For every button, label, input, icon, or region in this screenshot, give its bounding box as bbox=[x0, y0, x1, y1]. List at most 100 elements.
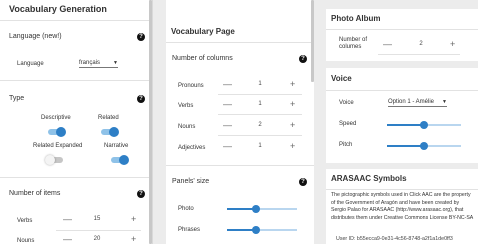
voice-label: Voice bbox=[339, 100, 354, 106]
slider-fill bbox=[387, 124, 424, 126]
verbs-columns[interactable]: 1 bbox=[254, 101, 266, 107]
slider-thumb[interactable] bbox=[420, 142, 428, 150]
toggle-knob bbox=[45, 155, 55, 165]
photo-album-card: Photo Album Number of columes — 2 + bbox=[326, 9, 478, 61]
related-expanded-toggle[interactable] bbox=[45, 155, 63, 165]
divider bbox=[326, 90, 478, 91]
minus-icon[interactable]: — bbox=[223, 142, 232, 151]
toggle-knob bbox=[56, 127, 66, 137]
panel-label-photo: Photo bbox=[178, 206, 194, 212]
minus-icon[interactable]: — bbox=[63, 235, 72, 244]
narrative-toggle[interactable] bbox=[111, 155, 129, 165]
panels-size-section-title: Panels' size bbox=[172, 178, 210, 185]
help-icon[interactable]: ? bbox=[137, 33, 145, 41]
divider bbox=[0, 177, 152, 178]
item-label-verbs: Verbs bbox=[17, 218, 33, 224]
minus-icon[interactable]: — bbox=[223, 100, 232, 109]
columns-section-title: Number of columns bbox=[172, 55, 233, 62]
voice-select[interactable]: Option 1 - Amélie ▼ bbox=[388, 99, 447, 107]
toggle-label-narrative: Narrative bbox=[104, 143, 129, 149]
pitch-label: Pitch bbox=[339, 142, 353, 148]
photo-album-columns-label-2: columes bbox=[339, 44, 362, 50]
photo-album-title: Photo Album bbox=[331, 14, 381, 23]
column-label-nouns: Nouns bbox=[178, 124, 196, 130]
items-section-title: Number of items bbox=[9, 190, 61, 197]
column-label-pronouns: Pronouns bbox=[178, 83, 204, 89]
minus-icon[interactable]: — bbox=[63, 215, 72, 224]
slider-thumb[interactable] bbox=[252, 205, 261, 213]
nouns-columns[interactable]: 2 bbox=[254, 122, 266, 128]
plus-icon[interactable]: + bbox=[131, 215, 136, 224]
minus-icon[interactable]: — bbox=[223, 80, 232, 89]
language-select[interactable]: français ▼ bbox=[79, 60, 118, 68]
pronouns-columns[interactable]: 1 bbox=[254, 81, 266, 87]
slider-thumb[interactable] bbox=[252, 226, 261, 234]
photo-size-slider[interactable] bbox=[227, 205, 297, 213]
descriptive-toggle[interactable] bbox=[48, 127, 66, 137]
divider bbox=[166, 42, 314, 43]
plus-icon[interactable]: + bbox=[131, 235, 136, 244]
speed-label: Speed bbox=[339, 121, 357, 127]
help-icon[interactable]: ? bbox=[299, 55, 307, 63]
vocabulary-generation-title: Vocabulary Generation bbox=[9, 4, 107, 14]
item-label-nouns: Nouns bbox=[17, 238, 35, 244]
help-icon[interactable]: ? bbox=[137, 190, 145, 198]
arasaac-card: ARASAAC Symbols The pictographic symbols… bbox=[326, 169, 478, 244]
column-label-verbs: Verbs bbox=[178, 103, 194, 109]
divider bbox=[326, 29, 478, 30]
divider bbox=[218, 94, 302, 95]
verbs-count[interactable]: 15 bbox=[90, 216, 104, 222]
voice-select-value: Option 1 - Amélie bbox=[388, 99, 435, 105]
slider-thumb[interactable] bbox=[420, 121, 428, 129]
speed-slider[interactable] bbox=[387, 121, 461, 129]
arasaac-title: ARASAAC Symbols bbox=[331, 174, 407, 183]
toggle-label-related: Related bbox=[98, 115, 119, 121]
divider bbox=[218, 114, 302, 115]
slider-fill bbox=[387, 145, 424, 147]
divider bbox=[0, 80, 152, 81]
column-label-adjectives: Adjectives bbox=[178, 145, 206, 151]
user-id: User ID: b55ecca9-0e31-4c56-8748-a2f1a1d… bbox=[336, 236, 453, 242]
vocabulary-page-title: Vocabulary Page bbox=[171, 27, 235, 36]
arasaac-license-text: The pictographic symbols used in Click A… bbox=[331, 192, 474, 221]
plus-icon[interactable]: + bbox=[290, 100, 295, 109]
plus-icon[interactable]: + bbox=[290, 80, 295, 89]
voice-card: Voice Voice Option 1 - Amélie ▼ Speed Pi… bbox=[326, 68, 478, 163]
scrollbar[interactable] bbox=[149, 0, 152, 244]
toggle-knob bbox=[119, 155, 129, 165]
voice-title: Voice bbox=[331, 74, 352, 83]
photo-album-columns-value[interactable]: 2 bbox=[415, 41, 427, 47]
nouns-count[interactable]: 20 bbox=[90, 236, 104, 242]
divider bbox=[56, 230, 141, 231]
photo-album-columns-label: Number of bbox=[339, 37, 368, 43]
plus-icon[interactable]: + bbox=[450, 40, 455, 49]
settings-column-right: Photo Album Number of columes — 2 + Voic… bbox=[326, 0, 478, 244]
divider bbox=[218, 135, 302, 136]
toggle-label-descriptive: Descriptive bbox=[41, 115, 71, 121]
vocabulary-generation-panel: Vocabulary Generation Language (new!) ? … bbox=[0, 0, 153, 244]
toggle-knob bbox=[109, 127, 119, 137]
related-toggle[interactable] bbox=[101, 127, 119, 137]
language-label: Language bbox=[17, 61, 44, 67]
minus-icon[interactable]: — bbox=[223, 121, 232, 130]
divider bbox=[166, 165, 314, 166]
chevron-down-icon: ▼ bbox=[442, 99, 447, 105]
divider bbox=[326, 189, 478, 190]
panel-label-phrases: Phrases bbox=[178, 227, 201, 233]
plus-icon[interactable]: + bbox=[290, 121, 295, 130]
language-select-value: français bbox=[79, 60, 101, 66]
minus-icon[interactable]: — bbox=[383, 40, 392, 49]
language-section-title: Language (new!) bbox=[9, 33, 62, 40]
phrases-size-slider[interactable] bbox=[227, 226, 297, 234]
divider bbox=[0, 20, 152, 21]
chevron-down-icon: ▼ bbox=[113, 60, 118, 66]
divider bbox=[378, 54, 460, 55]
help-icon[interactable]: ? bbox=[137, 95, 145, 103]
scrollbar[interactable] bbox=[311, 0, 314, 82]
vocabulary-page-panel: Vocabulary Page Number of columns ? Pron… bbox=[166, 0, 314, 244]
pitch-slider[interactable] bbox=[387, 142, 461, 150]
type-section-title: Type bbox=[9, 95, 25, 102]
help-icon[interactable]: ? bbox=[299, 178, 307, 186]
adjectives-columns[interactable]: 1 bbox=[254, 143, 266, 149]
plus-icon[interactable]: + bbox=[290, 142, 295, 151]
